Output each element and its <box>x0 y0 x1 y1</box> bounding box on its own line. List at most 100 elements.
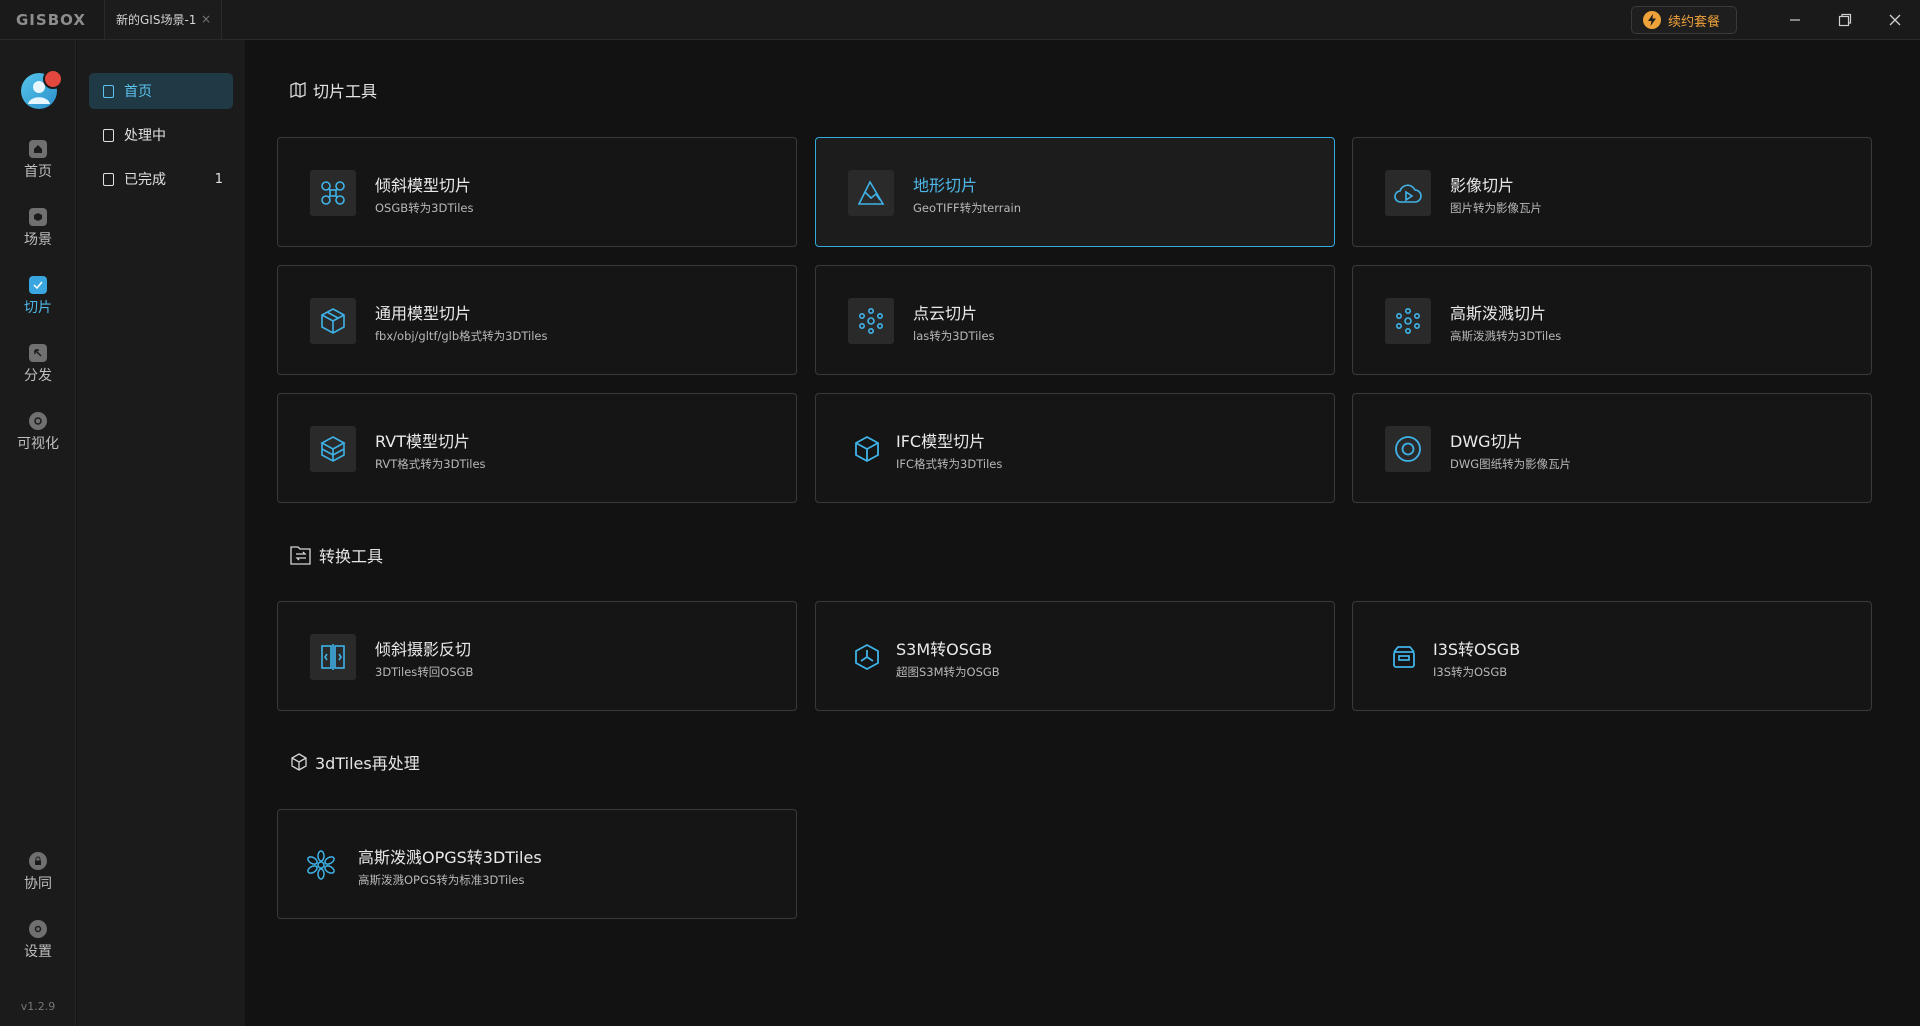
distribute-icon <box>29 344 47 362</box>
cloud-play-icon <box>1385 170 1431 216</box>
card-imagery-slice[interactable]: 影像切片 图片转为影像瓦片 <box>1352 137 1872 247</box>
card-title: 倾斜模型切片 <box>375 176 472 195</box>
rail-item-distribute[interactable]: 分发 <box>0 344 76 400</box>
completed-count-badge: 1 <box>214 171 223 187</box>
rail-item-label: 可视化 <box>17 436 59 452</box>
cube-icon <box>291 753 307 771</box>
home-icon <box>29 140 47 158</box>
gaussian-icon <box>1385 298 1431 344</box>
card-title: 倾斜摄影反切 <box>375 640 472 659</box>
hex-node-icon <box>844 634 890 680</box>
title-bar: GISBOX 新的GIS场景-1 × 续约套餐 <box>0 0 1920 40</box>
rail-item-visualize[interactable]: 可视化 <box>0 412 76 468</box>
subnav-item-processing[interactable]: 处理中 <box>89 117 233 153</box>
rail-item-slice[interactable]: 切片 <box>0 276 76 332</box>
card-description: fbx/obj/gltf/glb格式转为3DTiles <box>375 329 548 343</box>
lock-icon <box>29 852 47 870</box>
card-oblique-reverse-slice[interactable]: 倾斜摄影反切 3DTiles转回OSGB <box>277 601 797 711</box>
document-icon <box>103 84 114 98</box>
card-title: IFC模型切片 <box>896 432 986 451</box>
card-description: 超图S3M转为OSGB <box>896 665 1000 679</box>
card-gaussian-opgs-to-3dtiles[interactable]: 高斯泼溅OPGS转3DTiles 高斯泼溅OPGS转为标准3DTiles <box>277 809 797 919</box>
subnav-item-label: 首页 <box>124 84 152 100</box>
card-general-model-slice[interactable]: 通用模型切片 fbx/obj/gltf/glb格式转为3DTiles <box>277 265 797 375</box>
subnav-item-label: 已完成 <box>124 172 166 188</box>
card-i3s-to-osgb[interactable]: I3S转OSGB I3S转为OSGB <box>1352 601 1872 711</box>
main-content: 切片工具 倾斜模型切片 OSGB转为3DTiles 地形切片 GeoTIFF转为… <box>245 40 1920 1026</box>
card-ifc-model-slice[interactable]: IFC模型切片 IFC格式转为3DTiles <box>815 393 1335 503</box>
sub-navigation: 首页 处理中 已完成 1 <box>77 40 245 1026</box>
rail-item-label: 切片 <box>24 300 52 316</box>
minimize-icon[interactable] <box>1783 8 1807 32</box>
app-logo: GISBOX <box>16 11 86 29</box>
icon-rail: 首页 场景 切片 分发 可视化 协同 设置 v1.2.9 <box>0 40 76 1026</box>
rail-item-label: 分发 <box>24 368 52 384</box>
map-icon <box>290 82 306 98</box>
lightning-icon <box>1643 11 1661 29</box>
card-description: 图片转为影像瓦片 <box>1450 201 1542 215</box>
code-split-icon <box>310 634 356 680</box>
box-icon <box>310 298 356 344</box>
avatar[interactable] <box>21 69 63 109</box>
card-description: 高斯泼溅转为3DTiles <box>1450 329 1562 343</box>
cube-outline-icon <box>844 426 890 472</box>
mountain-icon <box>848 170 894 216</box>
card-title: 点云切片 <box>913 304 978 323</box>
subnav-item-home[interactable]: 首页 <box>89 73 233 109</box>
card-title: S3M转OSGB <box>896 640 993 659</box>
card-title: 地形切片 <box>913 176 978 195</box>
card-terrain-slice[interactable]: 地形切片 GeoTIFF转为terrain <box>815 137 1335 247</box>
card-title: I3S转OSGB <box>1433 640 1521 659</box>
document-icon <box>103 128 114 142</box>
card-description: 3DTiles转回OSGB <box>375 665 474 679</box>
card-description: I3S转为OSGB <box>1433 665 1508 679</box>
flower-icon <box>298 842 344 888</box>
card-description: IFC格式转为3DTiles <box>896 457 1003 471</box>
card-title: 影像切片 <box>1450 176 1515 195</box>
document-tab[interactable]: 新的GIS场景-1 × <box>104 0 222 39</box>
card-dwg-slice[interactable]: DWG切片 DWG图纸转为影像瓦片 <box>1352 393 1872 503</box>
card-description: las转为3DTiles <box>913 329 995 343</box>
renew-plan-button[interactable]: 续约套餐 <box>1631 6 1737 34</box>
circle-target-icon <box>1385 426 1431 472</box>
rail-item-scene[interactable]: 场景 <box>0 208 76 264</box>
card-title: RVT模型切片 <box>375 432 470 451</box>
subnav-item-label: 处理中 <box>124 128 166 144</box>
card-title: 高斯泼溅OPGS转3DTiles <box>358 848 542 867</box>
section-title-convert-tools: 转换工具 <box>289 543 383 567</box>
rail-item-settings[interactable]: 设置 <box>0 920 76 976</box>
rail-item-collaborate[interactable]: 协同 <box>0 852 76 908</box>
card-title: DWG切片 <box>1450 432 1523 451</box>
card-description: 高斯泼溅OPGS转为标准3DTiles <box>358 873 525 887</box>
box-open-icon <box>1381 634 1427 680</box>
card-title: 高斯泼溅切片 <box>1450 304 1547 323</box>
rail-item-label: 设置 <box>24 944 52 960</box>
cube-stack-icon <box>310 426 356 472</box>
section-title-slice-tools: 切片工具 <box>289 78 377 102</box>
card-title: 通用模型切片 <box>375 304 472 323</box>
card-rvt-model-slice[interactable]: RVT模型切片 RVT格式转为3DTiles <box>277 393 797 503</box>
folder-swap-icon <box>290 546 311 565</box>
point-cloud-icon <box>848 298 894 344</box>
card-description: GeoTIFF转为terrain <box>913 201 1022 215</box>
card-description: DWG图纸转为影像瓦片 <box>1450 457 1572 471</box>
drone-icon <box>310 170 356 216</box>
settings-icon <box>29 920 47 938</box>
document-check-icon <box>103 172 114 186</box>
rail-item-label: 场景 <box>24 232 52 248</box>
renew-plan-label: 续约套餐 <box>1668 14 1721 30</box>
scene-icon <box>29 208 47 226</box>
card-description: RVT格式转为3DTiles <box>375 457 486 471</box>
card-oblique-model-slice[interactable]: 倾斜模型切片 OSGB转为3DTiles <box>277 137 797 247</box>
card-description: OSGB转为3DTiles <box>375 201 474 215</box>
close-window-icon[interactable] <box>1883 8 1907 32</box>
subnav-item-completed[interactable]: 已完成 1 <box>89 161 233 197</box>
app-version: v1.2.9 <box>20 1000 56 1013</box>
close-tab-icon[interactable]: × <box>201 12 211 26</box>
card-s3m-to-osgb[interactable]: S3M转OSGB 超图S3M转为OSGB <box>815 601 1335 711</box>
restore-icon[interactable] <box>1833 8 1857 32</box>
notification-badge-icon <box>43 69 63 89</box>
card-point-cloud-slice[interactable]: 点云切片 las转为3DTiles <box>815 265 1335 375</box>
card-gaussian-splat-slice[interactable]: 高斯泼溅切片 高斯泼溅转为3DTiles <box>1352 265 1872 375</box>
rail-item-home[interactable]: 首页 <box>0 140 76 196</box>
